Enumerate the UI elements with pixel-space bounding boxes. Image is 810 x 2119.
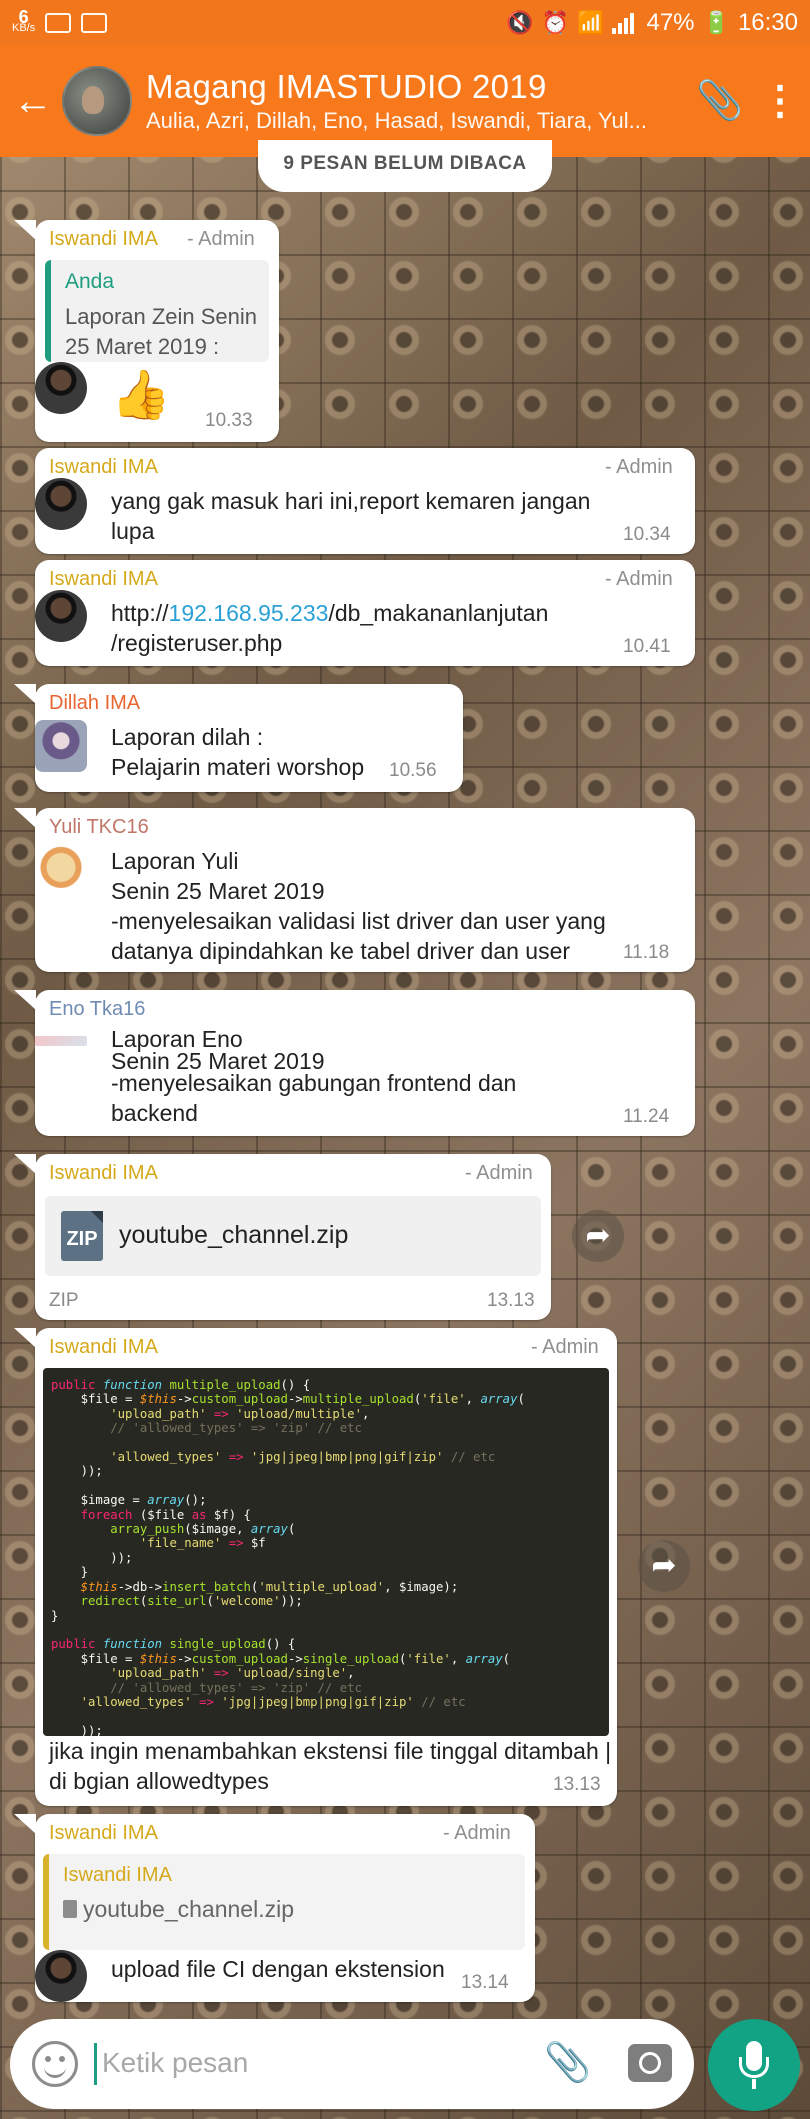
message-bubble[interactable]: Dillah IMA Laporan dilah : Pelajarin mate… bbox=[35, 684, 463, 792]
admin-label: - Admin bbox=[531, 1336, 599, 1358]
bubble-tail bbox=[14, 220, 36, 240]
file-name: youtube_channel.zip bbox=[119, 1221, 349, 1249]
message-time: 10.34 bbox=[623, 524, 671, 545]
avatar[interactable] bbox=[35, 720, 87, 772]
message-text: Laporan Eno Senin 25 Maret 2019 bbox=[111, 1026, 325, 1074]
message-bubble[interactable]: Iswandi IMA - Admin http://192.168.95.23… bbox=[35, 560, 695, 666]
avatar[interactable] bbox=[35, 362, 87, 414]
message-time: 10.41 bbox=[623, 636, 671, 657]
quoted-message[interactable]: Iswandi IMA youtube_channel.zip bbox=[43, 1854, 525, 1950]
message-text: Laporan Yuli Senin 25 Maret 2019 -menyeles… bbox=[111, 848, 606, 964]
battery-icon: 🔋 bbox=[702, 9, 730, 35]
bubble-tail bbox=[14, 1814, 36, 1834]
file-attachment[interactable]: ZIP youtube_channel.zip bbox=[45, 1196, 541, 1276]
wifi-icon: 📶 bbox=[577, 9, 605, 35]
sender-name[interactable]: Eno Tka16 bbox=[49, 998, 145, 1021]
status-bar: 6 KB/s 🔇 ⏰ 📶 47% 🔋 16:30 bbox=[0, 0, 810, 45]
quote-author: Anda bbox=[65, 270, 115, 293]
admin-label: - Admin bbox=[187, 228, 255, 250]
quote-text: Laporan Zein Senin 25 Maret 2019 : bbox=[65, 304, 258, 359]
message-time: 13.13 bbox=[553, 1774, 601, 1795]
message-time: 11.24 bbox=[623, 1106, 670, 1127]
sender-name[interactable]: Iswandi IMA bbox=[49, 456, 158, 479]
avatar[interactable] bbox=[35, 590, 87, 642]
alarm-icon: ⏰ bbox=[541, 9, 570, 35]
document-icon bbox=[63, 1900, 77, 1918]
admin-label: - Admin bbox=[605, 456, 673, 478]
zip-file-icon: ZIP bbox=[61, 1211, 103, 1261]
message-bubble[interactable]: Yuli TKC16 Laporan Yuli Senin 25 Maret 20… bbox=[35, 808, 695, 972]
message-time: 10.56 bbox=[389, 760, 437, 781]
gallery-notification-icon bbox=[45, 12, 72, 33]
bubble-tail bbox=[14, 808, 36, 828]
message-bubble[interactable]: Iswandi IMA - Admin Anda Laporan Zein Se… bbox=[35, 220, 279, 442]
mute-icon: 🔇 bbox=[506, 9, 534, 35]
bubble-tail bbox=[14, 1154, 36, 1174]
clock: 16:30 bbox=[737, 8, 798, 36]
message-text: upload file CI dengan ekstension bbox=[111, 1956, 445, 1982]
text-cursor bbox=[94, 2043, 97, 2085]
quote-author: Iswandi IMA bbox=[63, 1864, 172, 1886]
group-info[interactable]: Magang IMASTUDIO 2019 Aulia, Azri, Dilla… bbox=[146, 68, 690, 134]
quoted-message[interactable]: Anda Laporan Zein Senin 25 Maret 2019 : bbox=[45, 260, 269, 362]
quote-file-name: youtube_channel.zip bbox=[83, 1896, 294, 1922]
message-text: -menyelesaikan gabungan frontend dan back… bbox=[111, 1070, 517, 1126]
attach-icon[interactable]: 📎 bbox=[544, 2041, 591, 2085]
message-bubble[interactable]: Iswandi IMA - Admin yang gak masuk hari … bbox=[35, 448, 695, 554]
emoji-icon[interactable] bbox=[32, 2041, 78, 2087]
avatar[interactable] bbox=[35, 1950, 87, 2002]
update-notification-icon bbox=[81, 12, 108, 33]
admin-label: - Admin bbox=[465, 1162, 533, 1184]
file-type: ZIP bbox=[49, 1290, 79, 1311]
avatar[interactable] bbox=[35, 478, 87, 530]
bubble-tail bbox=[14, 1328, 36, 1348]
message-bubble[interactable]: Iswandi IMA - Admin public function mult… bbox=[35, 1328, 617, 1806]
battery-percent: 47% bbox=[646, 8, 695, 36]
sender-name[interactable]: Yuli TKC16 bbox=[49, 816, 149, 839]
sender-name[interactable]: Iswandi IMA bbox=[49, 228, 158, 251]
message-link[interactable]: http://192.168.95.233/db_makananlanjutan… bbox=[111, 598, 548, 658]
message-input[interactable]: Ketik pesan bbox=[102, 2047, 248, 2079]
message-composer: Ketik pesan 📎 bbox=[10, 2019, 694, 2109]
sender-name[interactable]: Iswandi IMA bbox=[49, 568, 158, 591]
admin-label: - Admin bbox=[605, 568, 673, 590]
bubble-tail bbox=[14, 990, 36, 1010]
sender-name[interactable]: Iswandi IMA bbox=[49, 1822, 158, 1845]
sender-name[interactable]: Iswandi IMA bbox=[49, 1162, 158, 1185]
admin-label: - Admin bbox=[443, 1822, 511, 1844]
code-screenshot-image[interactable]: public function multiple_upload() { $fil… bbox=[43, 1368, 609, 1736]
attachment-icon[interactable]: 📎 bbox=[690, 79, 750, 123]
avatar[interactable] bbox=[35, 1036, 87, 1046]
thumbs-up-emoji: 👍 bbox=[111, 369, 171, 422]
message-bubble[interactable]: Iswandi IMA - Admin ZIP youtube_channel.… bbox=[35, 1154, 551, 1320]
signal-icon bbox=[612, 12, 638, 34]
message-time: 13.13 bbox=[487, 1290, 535, 1311]
group-title: Magang IMASTUDIO 2019 bbox=[146, 68, 547, 105]
bubble-tail bbox=[14, 684, 36, 704]
avatar[interactable] bbox=[35, 844, 87, 896]
forward-icon[interactable]: ➦ bbox=[638, 1540, 690, 1592]
more-options-icon[interactable]: ⋮ bbox=[750, 78, 810, 124]
sender-name[interactable]: Iswandi IMA bbox=[49, 1336, 158, 1359]
group-members: Aulia, Azri, Dillah, Eno, Hasad, Iswandi… bbox=[146, 108, 647, 133]
unread-banner: 9 PESAN BELUM DIBACA bbox=[258, 140, 552, 192]
forward-icon[interactable]: ➦ bbox=[572, 1210, 624, 1262]
image-caption: jika ingin menambahkan ekstensi file tin… bbox=[49, 1738, 612, 1794]
message-bubble[interactable]: Iswandi IMA - Admin Iswandi IMA youtube_… bbox=[35, 1814, 535, 2002]
mic-button[interactable] bbox=[708, 2019, 800, 2111]
back-arrow-icon[interactable]: ← bbox=[4, 79, 62, 124]
message-time: 10.33 bbox=[205, 410, 253, 431]
group-avatar[interactable] bbox=[62, 66, 132, 136]
network-speed: 6 KB/s bbox=[12, 6, 36, 34]
message-time: 11.18 bbox=[623, 942, 670, 963]
message-time: 13.14 bbox=[461, 1972, 509, 1993]
message-text: Laporan dilah : Pelajarin materi worshop bbox=[111, 724, 365, 780]
camera-icon[interactable] bbox=[628, 2044, 672, 2082]
sender-name[interactable]: Dillah IMA bbox=[49, 692, 140, 715]
message-bubble[interactable]: Eno Tka16 Laporan Eno Senin 25 Maret 2019… bbox=[35, 990, 695, 1136]
message-text: yang gak masuk hari ini,report kemaren j… bbox=[111, 488, 591, 544]
